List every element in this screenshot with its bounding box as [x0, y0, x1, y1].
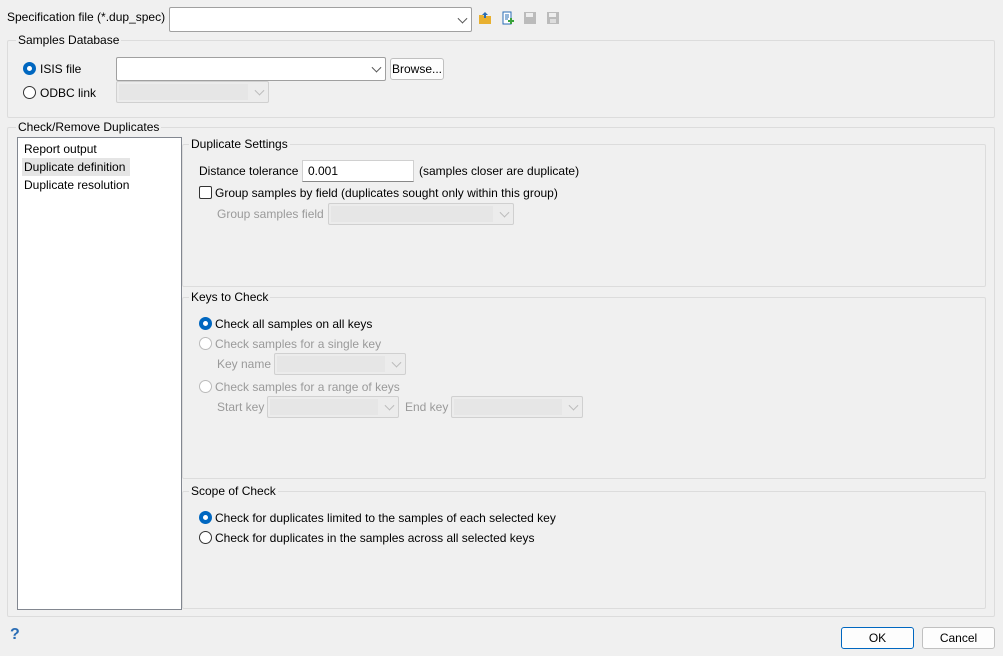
save-icon[interactable]: [523, 11, 537, 25]
single-key-label: Check samples for a single key: [215, 337, 382, 351]
start-key-label: Start key: [217, 400, 265, 414]
distance-tolerance-input[interactable]: 0.001: [302, 160, 414, 182]
spec-file-label: Specification file (*.dup_spec): [7, 10, 166, 24]
scope-across-keys-radio[interactable]: [199, 531, 212, 544]
nav-item-report-output[interactable]: Report output: [22, 140, 181, 158]
distance-tolerance-note: (samples closer are duplicate): [419, 164, 580, 178]
spec-file-combo[interactable]: [169, 7, 472, 32]
chevron-down-icon: [391, 357, 402, 368]
chevron-down-icon: [371, 62, 382, 73]
duplicate-settings-title: Duplicate Settings: [189, 137, 290, 151]
group-samples-label: Group samples by field (duplicates sough…: [215, 186, 558, 200]
isis-file-radio[interactable]: [23, 62, 36, 75]
samples-database-title: Samples Database: [16, 33, 122, 47]
nav-list: Report output Duplicate definition Dupli…: [17, 137, 182, 610]
end-key-label: End key: [405, 400, 449, 414]
browse-button[interactable]: Browse...: [390, 58, 444, 80]
key-name-label: Key name: [217, 357, 272, 371]
open-folder-icon[interactable]: [478, 11, 492, 25]
scope-across-keys-label: Check for duplicates in the samples acro…: [215, 531, 535, 545]
scope-each-key-radio[interactable]: [199, 511, 212, 524]
chevron-down-icon: [499, 207, 510, 218]
help-icon[interactable]: ?: [10, 626, 20, 644]
odbc-link-radio[interactable]: [23, 86, 36, 99]
single-key-radio[interactable]: [199, 337, 212, 350]
odbc-link-label: ODBC link: [40, 86, 97, 100]
range-keys-label: Check samples for a range of keys: [215, 380, 400, 394]
range-keys-radio[interactable]: [199, 380, 212, 393]
check-all-keys-radio[interactable]: [199, 317, 212, 330]
chevron-down-icon: [384, 400, 395, 411]
check-all-keys-label: Check all samples on all keys: [215, 317, 373, 331]
new-file-icon[interactable]: [501, 11, 515, 25]
key-name-combo[interactable]: [274, 353, 406, 375]
scope-each-key-label: Check for duplicates limited to the samp…: [215, 511, 556, 525]
distance-tolerance-label: Distance tolerance: [199, 164, 299, 178]
keys-to-check-title: Keys to Check: [189, 290, 271, 304]
end-key-combo[interactable]: [451, 396, 583, 418]
group-samples-checkbox[interactable]: [199, 186, 212, 199]
nav-item-duplicate-resolution[interactable]: Duplicate resolution: [22, 176, 181, 194]
nav-item-duplicate-definition[interactable]: Duplicate definition: [22, 158, 130, 176]
chevron-down-icon: [254, 85, 265, 96]
start-key-combo[interactable]: [267, 396, 399, 418]
chevron-down-icon: [568, 400, 579, 411]
ok-button[interactable]: OK: [841, 627, 914, 649]
isis-file-label: ISIS file: [40, 62, 82, 76]
cancel-button[interactable]: Cancel: [922, 627, 995, 649]
isis-file-combo[interactable]: [116, 57, 386, 81]
odbc-link-combo[interactable]: [116, 81, 269, 103]
scope-of-check-group: Scope of Check: [182, 484, 986, 609]
group-samples-field-combo[interactable]: [328, 203, 514, 225]
scope-of-check-title: Scope of Check: [189, 484, 278, 498]
group-samples-field-label: Group samples field: [217, 207, 324, 221]
save-as-icon[interactable]: [546, 11, 560, 25]
chevron-down-icon: [457, 13, 468, 24]
check-remove-title: Check/Remove Duplicates: [16, 120, 162, 134]
